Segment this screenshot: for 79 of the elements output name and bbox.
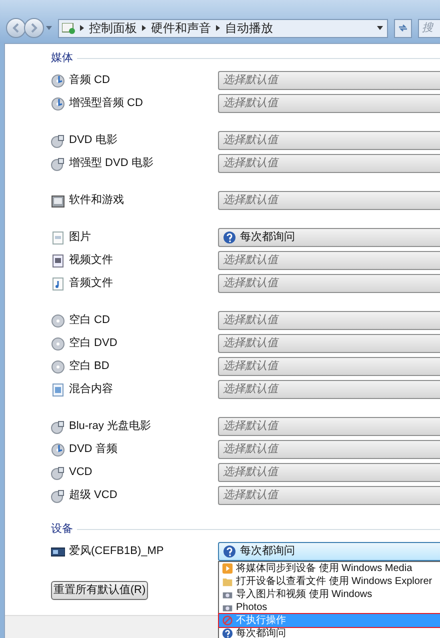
media-type-label: 增强型 DVD 电影 (69, 156, 154, 172)
media-type-label: 空白 CD (69, 312, 111, 328)
action-dropdown[interactable]: 选择默认值 (218, 191, 440, 210)
disc-icon (51, 314, 65, 328)
help-icon (223, 545, 236, 558)
action-dropdown[interactable]: 选择默认值 (218, 311, 440, 330)
media-type-label: 音频文件 (69, 276, 114, 292)
film-disc-icon (51, 134, 65, 148)
media-type-label: Blu-ray 光盘电影 (69, 419, 152, 434)
breadcrumb-link[interactable]: 硬件和声音 (151, 19, 211, 37)
back-button[interactable] (6, 18, 26, 38)
media-type-label: 混合内容 (69, 382, 114, 398)
action-dropdown[interactable]: 每次都询问 (218, 542, 440, 561)
action-dropdown[interactable]: 选择默认值 (218, 334, 440, 353)
music-disc-icon (51, 96, 65, 110)
disc-icon (51, 336, 65, 350)
dropdown-option[interactable]: 将媒体同步到设备 使用 Windows Media (219, 562, 440, 575)
program-window-icon (51, 194, 65, 208)
refresh-arrows-icon (398, 24, 408, 32)
media-type-label: 音频 CD (69, 72, 111, 88)
action-dropdown[interactable]: 选择默认值 (218, 440, 440, 459)
breadcrumb-arrow-icon[interactable] (142, 25, 146, 31)
dropdown-option[interactable]: Photos (219, 601, 440, 614)
dropdown-option[interactable]: 每次都询问 (219, 627, 440, 638)
reset-defaults-button[interactable]: 重置所有默认值(R) (51, 581, 148, 600)
action-dropdown[interactable]: 选择默认值 (218, 417, 440, 436)
section-heading: 设备 (51, 522, 73, 537)
mixed-file-icon (51, 382, 65, 396)
film-disc-icon (51, 466, 65, 480)
action-dropdown[interactable]: 选择默认值 (218, 71, 440, 90)
action-dropdown[interactable]: 选择默认值 (218, 251, 440, 270)
film-disc-icon (51, 488, 65, 502)
music-disc-icon (51, 74, 65, 88)
action-dropdown[interactable]: 选择默认值 (218, 357, 440, 376)
film-disc-icon (51, 420, 65, 434)
section-heading: 媒体 (51, 50, 73, 66)
forward-button[interactable] (24, 18, 44, 38)
media-type-label: 空白 DVD (69, 336, 118, 352)
media-type-label: 爱风(CEFB1B)_MP (69, 544, 165, 560)
media-type-label: DVD 电影 (69, 133, 118, 148)
device-icon (51, 544, 65, 558)
action-dropdown[interactable]: 选择默认值 (218, 380, 440, 399)
breadcrumb-link[interactable]: 自动播放 (225, 19, 273, 37)
action-dropdown[interactable]: 每次都询问 (218, 228, 440, 247)
breadcrumb-link[interactable]: 控制面板 (89, 19, 137, 37)
video-file-icon (51, 254, 65, 268)
media-type-label: VCD (69, 465, 94, 480)
media-type-label: 图片 (69, 230, 92, 246)
media-type-label: 增强型音频 CD (69, 96, 144, 112)
media-type-label: DVD 音频 (69, 442, 118, 458)
film-disc-icon (51, 156, 65, 170)
dropdown-option[interactable]: 打开设备以查看文件 使用 Windows Explorer (219, 575, 440, 588)
media-type-label: 超级 VCD (69, 488, 118, 504)
media-type-label: 软件和游戏 (69, 193, 125, 208)
folder-icon (222, 576, 233, 587)
refresh-button[interactable] (394, 18, 412, 38)
history-caret-icon[interactable] (46, 26, 52, 30)
action-dropdown[interactable]: 选择默认值 (218, 486, 440, 505)
action-dropdown[interactable]: 选择默认值 (218, 463, 440, 482)
music-file-icon (51, 276, 65, 290)
media-type-label: 视频文件 (69, 252, 114, 268)
action-dropdown[interactable]: 选择默认值 (218, 131, 440, 150)
search-field[interactable]: 搜 (418, 18, 440, 38)
music-disc-icon (51, 442, 65, 456)
dropdown-option[interactable]: 导入图片和视频 使用 Windows (219, 588, 440, 601)
action-dropdown[interactable]: 选择默认值 (218, 274, 440, 293)
no-entry-icon (222, 615, 233, 626)
media-type-label: 空白 BD (69, 358, 110, 374)
picture-file-icon (51, 230, 65, 244)
breadcrumb-arrow-icon[interactable] (216, 25, 220, 31)
action-dropdown[interactable]: 选择默认值 (218, 154, 440, 173)
help-icon (223, 231, 236, 244)
address-bar[interactable]: 控制面板 硬件和声音 自动播放 (58, 18, 388, 38)
dropdown-option[interactable]: 不执行操作 (219, 614, 440, 627)
action-dropdown[interactable]: 选择默认值 (218, 94, 440, 113)
dropdown-caret-icon[interactable] (377, 26, 383, 30)
disc-icon (51, 360, 65, 374)
control-panel-icon (62, 22, 75, 34)
breadcrumb-arrow-icon[interactable] (80, 25, 84, 31)
